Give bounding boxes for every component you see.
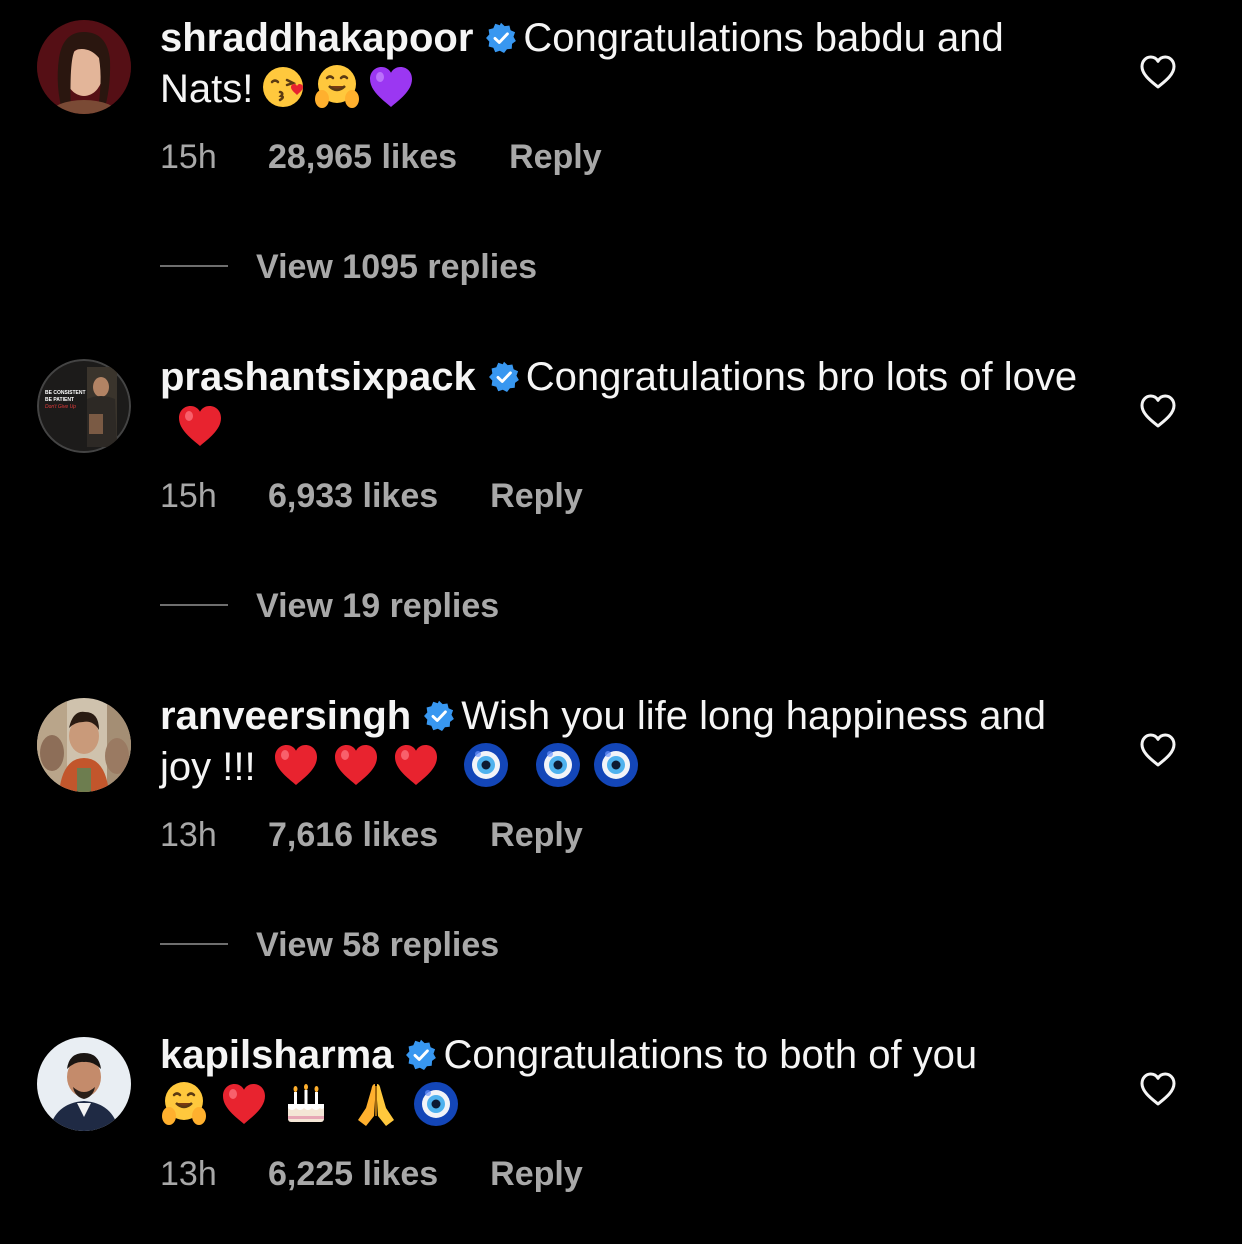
avatar[interactable]: BE CONSISTENT BE PATIENT Don't Give Up	[37, 359, 131, 453]
like-heart-icon[interactable]	[1139, 1071, 1177, 1107]
avatar-text: BE CONSISTENT	[45, 390, 86, 396]
cake-emoji-icon	[282, 1080, 330, 1128]
red-heart-emoji-icon	[332, 741, 380, 789]
red-heart-emoji-icon	[272, 741, 320, 789]
comment-text: shraddhakapoor Congratulations babdu and …	[160, 14, 1100, 114]
avatar[interactable]	[37, 1037, 131, 1131]
comment-time: 15h	[160, 477, 217, 515]
likes-count[interactable]: 7,616 likes	[268, 816, 438, 855]
reply-button[interactable]: Reply	[490, 1155, 583, 1194]
comment-body: Congratulations bro lots of love	[525, 355, 1078, 399]
comment-time: 15h	[160, 138, 217, 176]
username[interactable]: shraddhakapoor	[160, 16, 473, 60]
verified-badge-icon	[423, 700, 455, 732]
username[interactable]: prashantsixpack	[160, 355, 476, 399]
username[interactable]: kapilsharma	[160, 1033, 393, 1077]
view-replies-button[interactable]: View 19 replies	[160, 587, 499, 626]
comment-body: Congratulations to both of you	[443, 1033, 978, 1077]
like-heart-icon[interactable]	[1139, 393, 1177, 429]
likes-count[interactable]: 6,225 likes	[268, 1155, 438, 1194]
view-replies-label: View 1095 replies	[256, 248, 538, 286]
nazar-emoji-icon	[534, 741, 582, 789]
view-replies-button[interactable]: View 58 replies	[160, 926, 499, 965]
username[interactable]: ranveersingh	[160, 694, 411, 738]
reply-button[interactable]: Reply	[490, 816, 583, 855]
kiss-emoji-icon	[259, 63, 307, 111]
comment-meta: 15h 28,965 likes Reply	[160, 138, 602, 177]
comment-text: ranveersingh Wish you life long happiness…	[160, 692, 1100, 792]
verified-badge-icon	[485, 22, 517, 54]
avatar-text: BE PATIENT	[45, 397, 74, 403]
divider-line	[160, 943, 228, 945]
likes-count[interactable]: 28,965 likes	[268, 138, 457, 177]
folded-hands-emoji-icon	[352, 1080, 400, 1128]
comment-text: prashantsixpack Congratulations bro lots …	[160, 353, 1100, 453]
view-replies-button[interactable]: View 1095 replies	[160, 248, 537, 287]
avatar[interactable]	[37, 698, 131, 792]
nazar-emoji-icon	[412, 1080, 460, 1128]
reply-button[interactable]: Reply	[509, 138, 602, 177]
avatar[interactable]	[37, 20, 131, 114]
comment-meta: 13h 6,225 likes Reply	[160, 1155, 583, 1194]
purple-heart-emoji-icon	[367, 63, 415, 111]
comment-meta: 15h 6,933 likes Reply	[160, 477, 583, 516]
like-heart-icon[interactable]	[1139, 732, 1177, 768]
nazar-emoji-icon	[592, 741, 640, 789]
hug-emoji-icon	[160, 1080, 208, 1128]
view-replies-label: View 19 replies	[256, 587, 500, 625]
comment-text: kapilsharma Congratulations to both of yo…	[160, 1031, 1100, 1131]
likes-count[interactable]: 6,933 likes	[268, 477, 438, 516]
verified-badge-icon	[488, 361, 520, 393]
hug-emoji-icon	[313, 63, 361, 111]
divider-line	[160, 265, 228, 267]
comment-meta: 13h 7,616 likes Reply	[160, 816, 583, 855]
verified-badge-icon	[405, 1039, 437, 1071]
like-heart-icon[interactable]	[1139, 54, 1177, 90]
avatar-text: Don't Give Up	[45, 404, 76, 410]
red-heart-emoji-icon	[176, 402, 224, 450]
comment-time: 13h	[160, 816, 217, 854]
comment-time: 13h	[160, 1155, 217, 1193]
divider-line	[160, 604, 228, 606]
red-heart-emoji-icon	[392, 741, 440, 789]
nazar-emoji-icon	[462, 741, 510, 789]
reply-button[interactable]: Reply	[490, 477, 583, 516]
red-heart-emoji-icon	[220, 1080, 268, 1128]
view-replies-label: View 58 replies	[256, 926, 500, 964]
